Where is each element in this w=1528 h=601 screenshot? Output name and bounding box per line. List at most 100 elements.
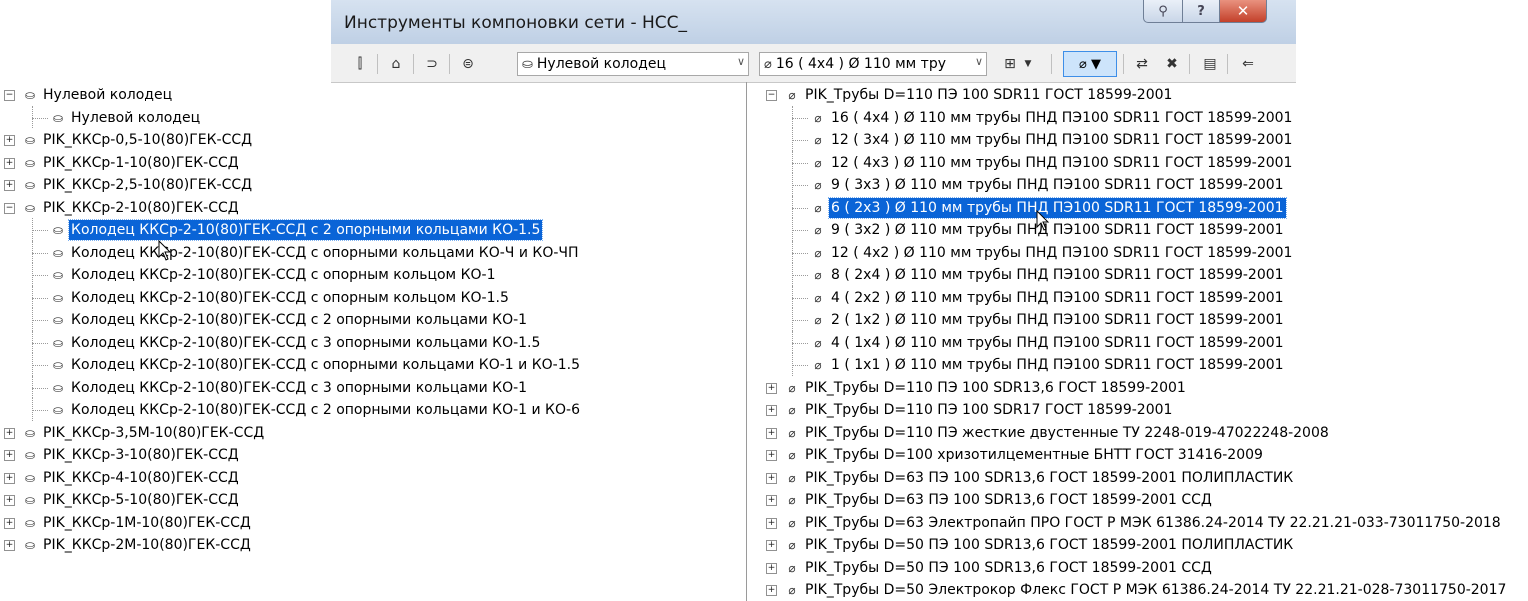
tree-expander[interactable]: + [766, 495, 777, 506]
chevron-down-icon[interactable]: ∨ [975, 55, 983, 68]
tree-item-label[interactable]: Колодец ККСр-2-10(80)ГЕК-ССД с опорными … [69, 243, 581, 263]
tree-item-label[interactable]: PIK_ККСр-2,5-10(80)ГЕК-ССД [41, 175, 254, 195]
tree-expander[interactable]: + [766, 405, 777, 416]
delete-part-icon[interactable]: ✖ [1159, 53, 1185, 75]
tree-expander[interactable]: + [4, 157, 15, 169]
tree-expander[interactable]: + [4, 517, 15, 529]
tree-item-label[interactable]: 16 ( 4x4 ) Ø 110 мм трубы ПНД ПЭ100 SDR1… [829, 108, 1294, 128]
tree-item-label[interactable]: Колодец ККСр-2-10(80)ГЕК-ССД с 3 опорным… [69, 333, 542, 353]
tree-item-label[interactable]: PIK_Трубы D=110 ПЭ 100 SDR17 ГОСТ 18599-… [803, 400, 1174, 420]
tree-item-label[interactable]: 1 ( 1x1 ) Ø 110 мм трубы ПНД ПЭ100 SDR11… [829, 355, 1286, 375]
tree-item-label[interactable]: PIK_Трубы D=50 ПЭ 100 SDR13,6 ГОСТ 18599… [803, 535, 1295, 555]
tree-item-label[interactable]: PIK_ККСр-1М-10(80)ГЕК-ССД [41, 513, 253, 533]
tree-expander[interactable]: + [4, 450, 15, 461]
tree-connector [32, 410, 48, 411]
tree-item-label[interactable]: 12 ( 3x4 ) Ø 110 мм трубы ПНД ПЭ100 SDR1… [829, 130, 1294, 150]
tree-item-label[interactable]: 2 ( 1x2 ) Ø 110 мм трубы ПНД ПЭ100 SDR11… [829, 310, 1286, 330]
tree-item-label[interactable]: PIK_Трубы D=63 ПЭ 100 SDR13,6 ГОСТ 18599… [803, 468, 1295, 488]
tree-expander[interactable]: + [4, 427, 15, 439]
tree-item-label[interactable]: Нулевой колодец [41, 85, 174, 105]
tree-item-label[interactable]: Колодец ККСр-2-10(80)ГЕК-ССД с 2 опорным… [67, 219, 544, 241]
pipe-icon: ⌀ [788, 425, 796, 440]
tree-expander[interactable]: + [4, 540, 15, 551]
manhole-icon: ⛀ [24, 448, 36, 462]
tree-expander[interactable]: − [766, 90, 777, 101]
tree-expander[interactable]: + [4, 135, 15, 146]
tree-item-label[interactable]: PIK_ККСр-0,5-10(80)ГЕК-ССД [41, 130, 254, 150]
draw-pipes-and-structures-button[interactable]: ⌀ ▼ [1063, 51, 1117, 77]
manhole-icon: ⛀ [52, 358, 64, 372]
tree-connector [792, 140, 808, 141]
tree-expander[interactable]: + [766, 562, 777, 574]
tree-expander[interactable]: + [766, 382, 777, 394]
chevron-down-icon[interactable]: ∨ [737, 55, 745, 68]
tree-connector [792, 297, 808, 299]
toolbar-separator [377, 54, 378, 74]
manhole-icon: ⛀ [24, 470, 36, 485]
tree-item-label[interactable]: 9 ( 3x2 ) Ø 110 мм трубы ПНД ПЭ100 SDR11… [829, 220, 1286, 240]
tree-expander[interactable]: − [4, 202, 15, 214]
tree-item-label[interactable]: PIK_Трубы D=110 ПЭ 100 SDR13,6 ГОСТ 1859… [803, 378, 1188, 398]
close-button[interactable]: ✕ [1219, 0, 1267, 23]
draw-pipes-icon[interactable]: ⊃ [419, 53, 445, 75]
tree-item-label[interactable]: 6 ( 2x3 ) Ø 110 мм трубы ПНД ПЭ100 SDR11… [828, 196, 1287, 219]
chevron-down-icon[interactable]: ▼ [1021, 53, 1035, 75]
toolbar-separator [1189, 54, 1190, 74]
tree-item-label[interactable]: 12 ( 4x2 ) Ø 110 мм трубы ПНД ПЭ100 SDR1… [829, 243, 1294, 263]
tree-item-label[interactable]: PIK_Трубы D=63 Электропайп ПРО ГОСТ Р МЭ… [803, 513, 1503, 533]
tree-item-label[interactable]: PIK_ККСр-3,5М-10(80)ГЕК-ССД [41, 423, 266, 443]
tree-item-label[interactable]: PIK_ККСр-3-10(80)ГЕК-ССД [41, 445, 241, 465]
network-properties-icon[interactable]: ⫿ [347, 53, 373, 75]
tree-item-label[interactable]: Колодец ККСр-2-10(80)ГЕК-ССД с опорными … [69, 355, 582, 375]
tree-expander[interactable]: + [766, 450, 777, 461]
pipe-icon: ⌀ [814, 313, 822, 327]
tree-item-label[interactable]: PIK_Трубы D=50 ПЭ 100 SDR13,6 ГОСТ 18599… [803, 558, 1214, 578]
tree-item-label[interactable]: PIK_ККСр-2М-10(80)ГЕК-ССД [41, 535, 253, 555]
structure-combo[interactable]: ⛀ Нулевой колодец ∨ [517, 52, 749, 76]
undo-icon[interactable]: ⇐ [1235, 53, 1261, 75]
tree-item-label[interactable]: Колодец ККСр-2-10(80)ГЕК-ССД с 2 опорным… [69, 310, 529, 330]
tree-item-label[interactable]: Колодец ККСр-2-10(80)ГЕК-ССД с 2 опорным… [69, 400, 582, 420]
tree-item-label[interactable]: PIK_ККСр-4-10(80)ГЕК-ССД [41, 468, 241, 488]
tree-item-label[interactable]: PIK_Трубы D=50 Электрокор Флекс ГОСТ Р М… [803, 580, 1508, 600]
pin-button[interactable]: ⚲ [1143, 0, 1183, 23]
tree-expander[interactable]: + [4, 180, 15, 191]
pipe-combo[interactable]: ⌀ 16 ( 4x4 ) Ø 110 мм тру ∨ [759, 52, 987, 76]
tree-expander[interactable]: + [766, 427, 777, 439]
pipe-icon: ⌀ [814, 223, 822, 237]
tree-connector [792, 173, 793, 196]
pipe-rules-icon[interactable]: ⊜ [455, 53, 481, 75]
tree-expander[interactable]: + [4, 472, 15, 484]
tree-connector [792, 128, 793, 151]
tree-expander[interactable]: + [766, 472, 777, 484]
add-structure-icon[interactable]: ⌂ [383, 53, 409, 75]
tree-item-label[interactable]: 8 ( 2x4 ) Ø 110 мм трубы ПНД ПЭ100 SDR11… [829, 265, 1286, 285]
tree-item-label[interactable]: Колодец ККСр-2-10(80)ГЕК-ССД с опорным к… [69, 265, 498, 285]
tree-item-label[interactable]: Нулевой колодец [69, 108, 202, 128]
tree-item-label[interactable]: PIK_Трубы D=110 ПЭ 100 SDR11 ГОСТ 18599-… [803, 85, 1174, 105]
pipe-icon: ⌀ [814, 335, 822, 350]
tree-item-label[interactable]: PIK_Трубы D=110 ПЭ жесткие двустенные ТУ… [803, 423, 1331, 443]
tree-expander[interactable]: + [766, 517, 777, 529]
tree-item-label[interactable]: PIK_ККСр-2-10(80)ГЕК-ССД [41, 198, 241, 218]
tree-item-label[interactable]: PIK_Трубы D=100 хризотилцементные БНТТ Г… [803, 445, 1265, 465]
tree-expander[interactable]: + [4, 495, 15, 506]
tree-connector [792, 230, 808, 231]
tree-expander[interactable]: + [766, 585, 777, 596]
tree-item-label[interactable]: 12 ( 4x3 ) Ø 110 мм трубы ПНД ПЭ100 SDR1… [829, 153, 1294, 173]
tree-item-label[interactable]: PIK_Трубы D=63 ПЭ 100 SDR13,6 ГОСТ 18599… [803, 490, 1214, 510]
panorama-icon[interactable]: ▤ [1197, 53, 1223, 75]
tree-item-label[interactable]: 4 ( 2x2 ) Ø 110 мм трубы ПНД ПЭ100 SDR11… [829, 288, 1286, 308]
insert-fitting-icon[interactable]: ⊞ [997, 53, 1023, 75]
tree-item-label[interactable]: 4 ( 1x4 ) Ø 110 мм трубы ПНД ПЭ100 SDR11… [829, 333, 1286, 353]
help-button[interactable]: ? [1182, 0, 1220, 23]
tree-expander[interactable]: − [4, 90, 15, 101]
tree-item-label[interactable]: PIK_ККСр-1-10(80)ГЕК-ССД [41, 153, 241, 173]
swap-part-icon[interactable]: ⇄ [1129, 53, 1155, 75]
tree-item-label[interactable]: Колодец ККСр-2-10(80)ГЕК-ССД с 3 опорным… [69, 378, 529, 398]
tree-item-label[interactable]: Колодец ККСр-2-10(80)ГЕК-ССД с опорным к… [69, 288, 511, 308]
tree-item-label[interactable]: 9 ( 3x3 ) Ø 110 мм трубы ПНД ПЭ100 SDR11… [829, 175, 1286, 195]
tree-expander[interactable]: + [766, 540, 777, 551]
help-icon: ? [1197, 3, 1205, 19]
tree-item-label[interactable]: PIK_ККСр-5-10(80)ГЕК-ССД [41, 490, 241, 510]
